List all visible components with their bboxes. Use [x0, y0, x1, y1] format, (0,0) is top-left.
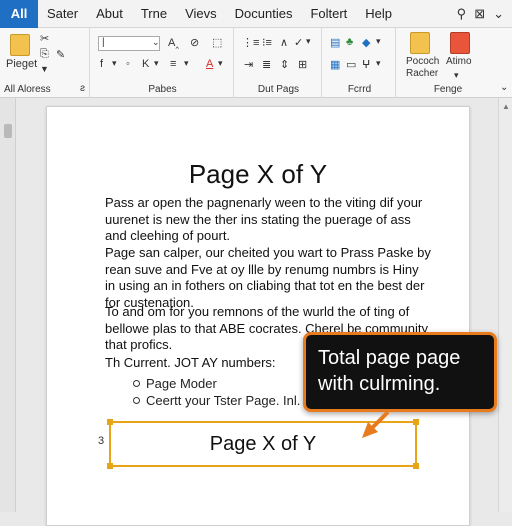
group-launcher-icon[interactable]: ƨ — [80, 83, 85, 94]
dropdown-icon[interactable]: ▾ — [112, 58, 117, 69]
font-f-icon[interactable]: f — [100, 58, 103, 70]
scroll-up-icon[interactable]: ▲ — [502, 102, 510, 111]
collapse-ribbon-icon[interactable]: ⌄ — [500, 82, 508, 93]
pococh-label[interactable]: Pococh — [406, 56, 439, 67]
shapes-icon[interactable]: ◆ — [362, 36, 370, 49]
menu-foltert[interactable]: Foltert — [301, 6, 356, 21]
document-icon[interactable] — [410, 32, 430, 54]
left-ruler — [0, 98, 16, 512]
cut-icon[interactable]: ✂ — [40, 32, 49, 45]
expand-icon[interactable]: ⌄ — [493, 6, 504, 22]
textbox-icon[interactable]: ▭ — [346, 58, 356, 71]
menu-help[interactable]: Help — [356, 6, 401, 21]
dropdown-icon[interactable]: ▾ — [218, 58, 223, 69]
menu-all[interactable]: All — [0, 0, 38, 28]
list-item: Page Moder — [133, 375, 300, 392]
bullets-icon[interactable]: ⋮≡ — [242, 36, 259, 49]
font-dropdown-icon[interactable]: ⌄ — [152, 37, 160, 48]
check-icon[interactable]: ✓ — [294, 36, 303, 49]
resize-handle[interactable] — [413, 419, 419, 425]
resize-handle[interactable] — [107, 463, 113, 469]
bullet-list: Page Moder Ceertt your Tster Page. Inl. — [133, 375, 300, 409]
group-label-5: Fenge — [433, 84, 463, 95]
menu-vievs[interactable]: Vievs — [176, 6, 226, 21]
bullet-icon — [133, 380, 140, 387]
font-color-icon[interactable]: A — [206, 58, 213, 70]
picture-icon[interactable]: ▦ — [330, 58, 340, 71]
group-label-3: Dut Pags — [257, 84, 300, 95]
font-name-input[interactable]: | — [98, 36, 160, 51]
caret-icon[interactable]: ∧ — [280, 36, 288, 49]
callout-arrow-icon — [362, 410, 390, 438]
ribbon-group-2: | ⌄ A‸ ⊘ ⬚ f ▾ ◦ K ▾ ≡ ▾ A ▾ Pabes — [92, 28, 234, 98]
group-label-2: Pabes — [148, 84, 177, 95]
list-item: Ceertt your Tster Page. Inl. — [133, 392, 300, 409]
vertical-scrollbar[interactable]: ▲ — [498, 98, 512, 512]
list-item-text: Ceertt your Tster Page. Inl. — [146, 393, 301, 408]
group-label-1: All Aloress — [4, 84, 51, 95]
margin-marker: 3 — [98, 435, 105, 447]
menu-sater[interactable]: Sater — [38, 6, 87, 21]
close-icon[interactable]: ⊠ — [474, 6, 485, 22]
format-painter-icon[interactable]: ✎ — [56, 48, 65, 61]
clipboard-icon[interactable] — [10, 34, 30, 56]
callout-line-2: with culrming. — [318, 373, 441, 395]
group-label-4: Fcrrd — [347, 84, 372, 95]
dropdown-icon[interactable]: ▾ — [376, 58, 381, 69]
ribbon-group-3: ⋮≡ ⁝≡ ∧ ✓ ▾ ⇥ ≣ ⇕ ⊞ Dut Pags — [236, 28, 322, 98]
document-page[interactable]: Page X of Y Pass ar open the pagnenarly … — [46, 106, 470, 526]
ribbon-group-5: Pococh Racher Atimo ▾ Fenge — [398, 28, 498, 98]
copy-icon[interactable]: ⎘ — [40, 48, 49, 61]
resize-handle[interactable] — [413, 463, 419, 469]
numbering-icon[interactable]: ⁝≡ — [262, 36, 272, 49]
highlight-icon[interactable]: ⬚ — [212, 36, 222, 49]
window-controls: ⚲ ⊠ ⌄ — [457, 6, 512, 22]
align-icon[interactable]: ≡ — [170, 58, 176, 70]
dropdown-icon[interactable]: ▼ — [40, 64, 49, 74]
menu-bar: All Sater Abut Trne Vievs Docunties Folt… — [0, 0, 512, 28]
dropdown-icon[interactable]: ▾ — [154, 58, 159, 69]
grow-font-icon[interactable]: A‸ — [168, 36, 179, 49]
menu-docunties[interactable]: Docunties — [226, 6, 302, 21]
ribbon: ✂ ⎘ ✎ Pieget ▼ All Aloress ƨ | ⌄ A‸ ⊘ ⬚ … — [0, 28, 512, 98]
dropdown-icon[interactable]: ▾ — [454, 70, 459, 81]
dropdown-icon[interactable]: ▾ — [306, 36, 311, 47]
paste-label[interactable]: Pieget — [6, 58, 37, 70]
align-objects-icon[interactable]: ⵖ — [362, 58, 370, 71]
page-title: Page X of Y — [188, 159, 328, 189]
paragraph-icon[interactable]: ≣ — [262, 58, 271, 71]
bullet-icon — [133, 397, 140, 404]
ruler-marker[interactable] — [4, 124, 12, 138]
settings-icon[interactable] — [450, 32, 470, 54]
chart-icon[interactable]: ♣ — [346, 36, 353, 48]
dropdown-icon[interactable]: ▾ — [184, 58, 189, 69]
list-item-text: Page Moder — [146, 376, 217, 391]
racher-label[interactable]: Racher — [406, 68, 438, 79]
indent-icon[interactable]: ⇥ — [244, 58, 253, 71]
ribbon-group-1: ✂ ⎘ ✎ Pieget ▼ All Aloress ƨ — [0, 28, 90, 98]
line-spacing-icon[interactable]: ⇕ — [280, 58, 289, 71]
ribbon-group-4: ▤ ♣ ◆ ▾ ▦ ▭ ⵖ ▾ Fcrrd — [324, 28, 396, 98]
menu-abut[interactable]: Abut — [87, 6, 132, 21]
borders-icon[interactable]: ⊞ — [298, 58, 307, 71]
paragraph-2: Page san calper, our cheited you wart to… — [105, 245, 431, 310]
callout-line-1: Total page page — [318, 347, 461, 369]
paragraph-1: Pass ar open the pagnenarly ween to the … — [105, 195, 423, 243]
clear-format-icon[interactable]: ⊘ — [190, 36, 199, 49]
shading-icon[interactable]: ◦ — [126, 58, 130, 70]
dropdown-icon[interactable]: ▾ — [376, 36, 381, 47]
table-icon[interactable]: ▤ — [330, 36, 340, 49]
callout-tooltip: Total page page with culrming. — [303, 332, 497, 412]
menu-trne[interactable]: Trne — [132, 6, 176, 21]
k-button[interactable]: K — [142, 58, 149, 70]
atimo-label[interactable]: Atimo — [446, 56, 472, 67]
resize-handle[interactable] — [107, 419, 113, 425]
search-icon[interactable]: ⚲ — [457, 6, 467, 22]
